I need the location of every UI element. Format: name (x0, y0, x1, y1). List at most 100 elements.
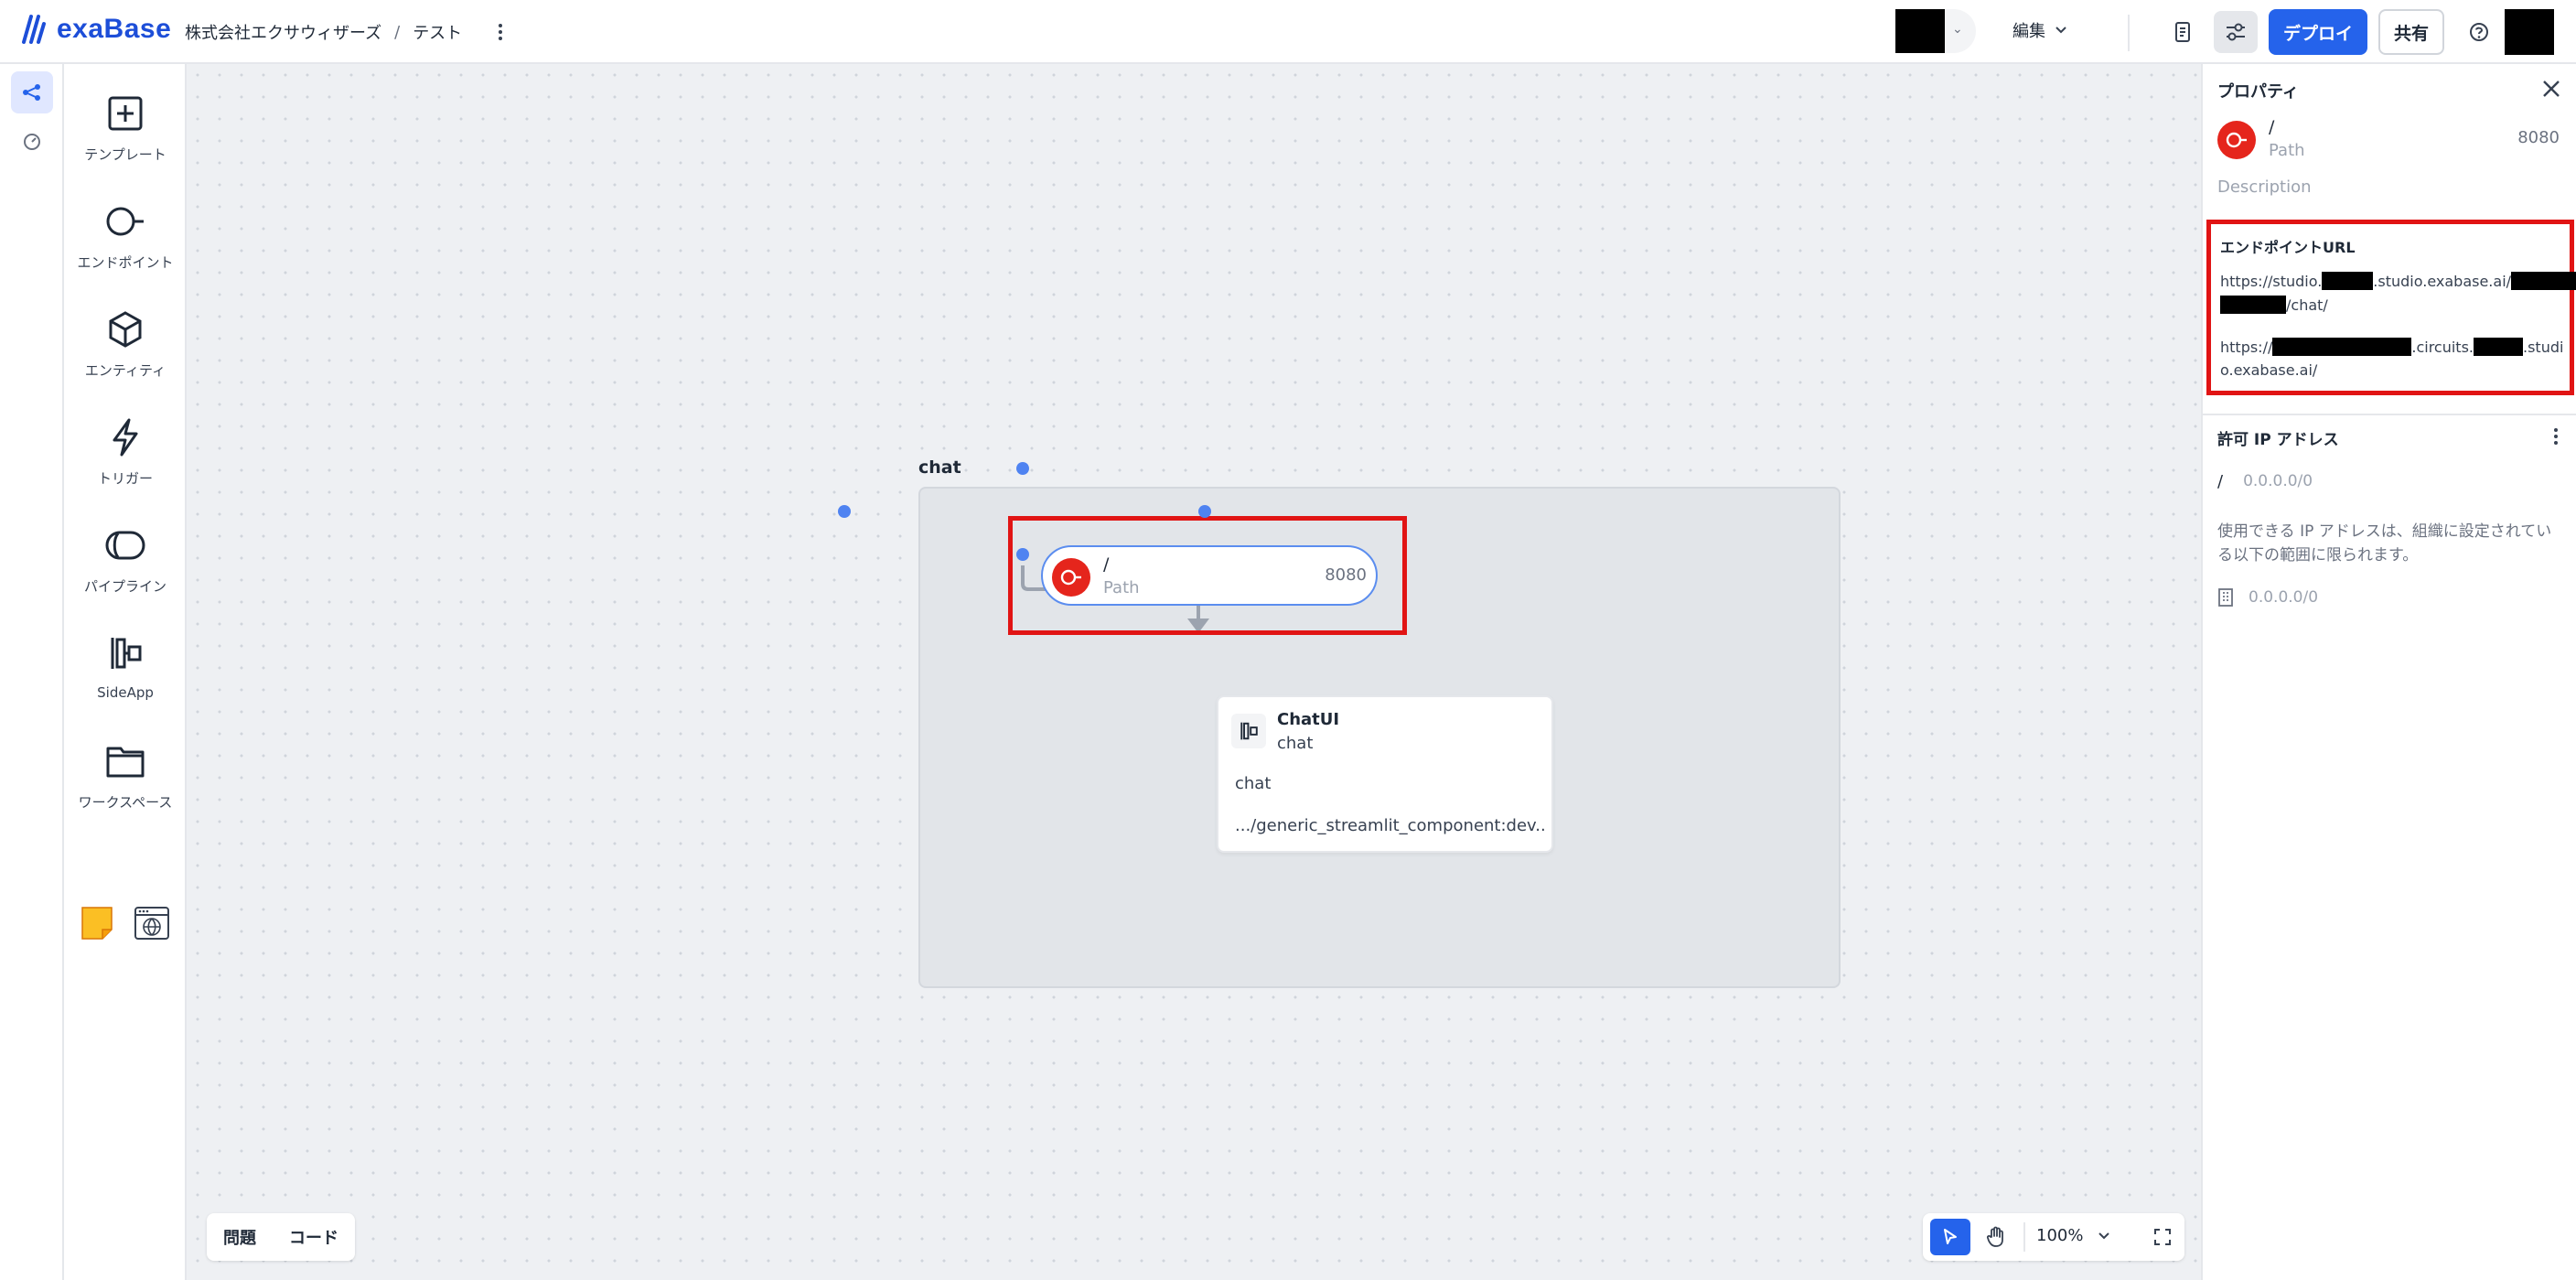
palette-item-entity[interactable]: エンティティ (64, 295, 187, 395)
building-icon (2218, 588, 2233, 607)
sideapp-icon (111, 638, 142, 669)
url-text: https:// (2220, 339, 2273, 356)
zoom-select[interactable]: 100% (2036, 1226, 2110, 1245)
tab-code[interactable]: コード (289, 1225, 338, 1249)
help-icon (2470, 23, 2488, 41)
properties-panel: プロパティ / Path 8080 Description エンドポイントURL… (2201, 64, 2576, 1280)
description-field[interactable]: Description (2217, 177, 2312, 197)
palette-label: ワークスペース (78, 794, 173, 811)
divider (2023, 1222, 2025, 1252)
node-port: 8080 (1325, 565, 1367, 585)
document-icon (2175, 22, 2190, 42)
node-subtitle: chat (1277, 734, 1314, 753)
breadcrumb-project[interactable]: テスト (413, 20, 462, 44)
zoom-level: 100% (2036, 1226, 2084, 1245)
endpoint-url-1-cont[interactable]: /chat/ (2220, 296, 2328, 314)
mode-label: 編集 (2012, 22, 2045, 41)
breadcrumb-separator: / (394, 22, 401, 42)
plus-square-icon (108, 96, 143, 131)
palette-item-endpoint[interactable]: エンドポイント (64, 187, 187, 287)
allowed-ip: 0.0.0.0/0 (2243, 472, 2313, 490)
endpoint-url-2[interactable]: https:// .circuits. .studi (2220, 338, 2563, 356)
component-palette: テンプレート エンドポイント エンティティ トリガー パイプライン SideAp… (64, 64, 187, 1280)
node-name: / (1103, 554, 1110, 575)
ip-path: / (2217, 472, 2224, 491)
close-icon[interactable] (2539, 77, 2563, 101)
hand-icon (1986, 1226, 2003, 1247)
palette-label: SideApp (97, 684, 154, 701)
connection-line (1021, 565, 1209, 633)
palette-item-template[interactable]: テンプレート (64, 79, 187, 179)
folder-icon (106, 747, 145, 778)
redacted-avatar (1895, 9, 1945, 53)
project-menu-icon[interactable] (491, 20, 510, 44)
path-endpoint-node[interactable]: / Path 8080 (1041, 545, 1378, 606)
endpoint-url-section: エンドポイントURL https://studio. .studio.exabas… (2206, 220, 2576, 395)
endpoint-badge-icon (2217, 121, 2256, 159)
sideapp-icon (1231, 714, 1266, 748)
ip-menu-icon[interactable] (2554, 428, 2558, 445)
rail-diagram-button[interactable] (11, 71, 53, 113)
palette-item-pipeline[interactable]: パイプライン (64, 511, 187, 611)
chevron-down-icon (2098, 1232, 2110, 1239)
endpoint-url-2-cont[interactable]: o.exabase.ai/ (2220, 361, 2317, 379)
tab-issues[interactable]: 問題 (223, 1225, 256, 1249)
logo-text: exaBase (57, 14, 172, 44)
palette-label: エンティティ (84, 362, 166, 379)
rail-dashboard-button[interactable] (11, 121, 53, 163)
palette-item-sideapp[interactable]: SideApp (64, 618, 187, 719)
node-handle-top[interactable] (1016, 462, 1029, 475)
settings-panel-button[interactable] (2214, 11, 2258, 53)
palette-item-workspace[interactable]: ワークスペース (64, 726, 187, 827)
ip-note: 使用できる IP アドレスは、組織に設定されている以下の範囲に限られます。 (2217, 522, 2552, 565)
fullscreen-button[interactable] (2146, 1221, 2179, 1253)
sticky-note-icon[interactable] (80, 906, 113, 941)
canvas-toolbar: 100% (1923, 1213, 2184, 1261)
help-button[interactable] (2457, 11, 2501, 53)
bottom-tabs: 問題 コード (207, 1213, 355, 1261)
url-text: .studio.exabase.ai/ (2373, 273, 2512, 290)
endpoint-type: Path (2269, 141, 2305, 160)
diagram-canvas[interactable]: chat / Path 8080 ChatUI chat chat .../ge… (187, 64, 2201, 1280)
palette-item-trigger[interactable]: トリガー (64, 403, 187, 503)
node-handle-left[interactable] (838, 505, 851, 518)
mode-select[interactable]: 編集 (2012, 18, 2067, 42)
endpoint-port[interactable]: 8080 (2517, 128, 2560, 147)
app-logo[interactable]: exaBase (22, 13, 171, 46)
cube-icon (109, 311, 142, 348)
redacted-text (2220, 296, 2286, 314)
redacted-text (2511, 272, 2576, 290)
redacted-text (2474, 338, 2523, 356)
hand-tool-button[interactable] (1976, 1219, 2016, 1255)
share-button[interactable]: 共有 (2378, 9, 2444, 55)
web-app-icon[interactable] (134, 906, 170, 941)
breadcrumb-org[interactable]: 株式会社エクサウィザーズ (185, 20, 381, 44)
url-text: o.exabase.ai/ (2220, 361, 2318, 379)
exabase-logo-icon (22, 15, 46, 44)
breadcrumb: 株式会社エクサウィザーズ / テスト (185, 20, 510, 44)
redacted-text (2272, 338, 2412, 356)
chatui-node[interactable]: ChatUI chat chat .../generic_streamlit_c… (1217, 695, 1553, 853)
node-handle-bottom[interactable] (1016, 548, 1029, 561)
deploy-button[interactable]: デプロイ (2269, 9, 2367, 55)
redacted-text (2322, 272, 2374, 290)
url-section-title: エンドポイントURL (2220, 239, 2356, 256)
panel-title: プロパティ (2217, 82, 2299, 102)
endpoint-name[interactable]: / (2269, 117, 2274, 137)
gauge-icon (24, 134, 40, 150)
cursor-icon (1944, 1229, 1957, 1244)
url-text: .circuits. (2411, 339, 2474, 356)
user-switcher[interactable]: ⌄ (1895, 9, 1976, 53)
url-text: .studi (2523, 339, 2564, 356)
allowed-ip-row[interactable]: / 0.0.0.0/0 (2217, 472, 2313, 491)
endpoint-url-1[interactable]: https://studio. .studio.exabase.ai/ (2220, 272, 2576, 290)
org-ip-row: 0.0.0.0/0 (2217, 587, 2318, 608)
palette-label: トリガー (97, 470, 153, 487)
select-tool-button[interactable] (1930, 1219, 1970, 1255)
node-handle-right[interactable] (1198, 505, 1211, 518)
pipeline-icon (105, 531, 145, 560)
user-avatar[interactable] (2505, 9, 2554, 55)
node-type: Path (1103, 578, 1140, 597)
url-text: https://studio. (2220, 273, 2323, 290)
document-button[interactable] (2161, 11, 2205, 53)
